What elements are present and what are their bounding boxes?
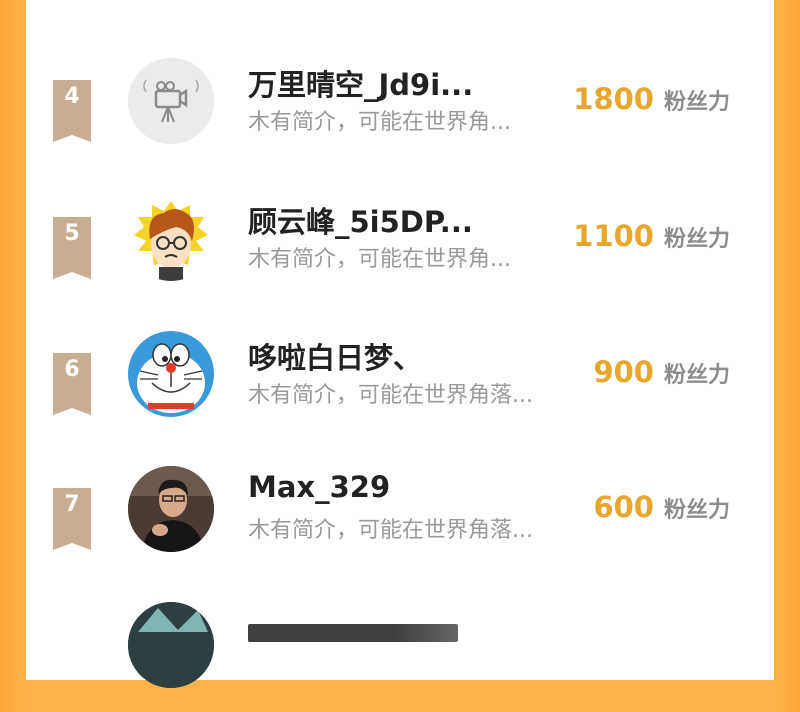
- fans-score: 600 粉丝力: [593, 490, 730, 524]
- fans-label: 粉丝力: [663, 498, 730, 523]
- user-name-partial[interactable]: [248, 606, 458, 649]
- avatar[interactable]: [128, 466, 214, 552]
- fans-count: 900: [593, 355, 654, 389]
- doraemon-icon: [128, 331, 214, 417]
- user-bio: 木有简介，可能在世界角落...: [248, 518, 533, 543]
- camera-icon: [128, 58, 214, 144]
- user-name[interactable]: 万里晴空_Jd9i...: [248, 62, 473, 104]
- list-item-rank-5[interactable]: 5 顾云峰_5i5DP... 木有简介，可能在世界角... 1100 粉丝力: [0, 195, 800, 305]
- user-bio: 木有简介，可能在世界角...: [248, 110, 511, 135]
- avatar[interactable]: [128, 331, 214, 417]
- fans-score: 1800 粉丝力: [573, 82, 730, 116]
- user-photo-icon: [128, 466, 214, 552]
- user-bio: 木有简介，可能在世界角...: [248, 247, 511, 272]
- fans-label: 粉丝力: [663, 363, 730, 388]
- fans-count: 1800: [573, 82, 654, 116]
- avatar[interactable]: [128, 602, 214, 688]
- list-item-rank-6[interactable]: 6 哆啦白日梦、 木有简介，可能在世界角落... 900 粉丝力: [0, 331, 800, 441]
- user-name[interactable]: 哆啦白日梦、: [248, 335, 422, 377]
- fans-score: 900 粉丝力: [593, 355, 730, 389]
- fans-label: 粉丝力: [663, 227, 730, 252]
- list-item-rank-7[interactable]: 7 Max_329 木有简介，可能在世界角落... 600 粉丝力: [0, 466, 800, 576]
- user-photo-icon: [128, 602, 214, 688]
- user-name[interactable]: Max_329: [248, 470, 390, 504]
- rank-badge: 5: [53, 217, 91, 279]
- list-item-rank-8-partial[interactable]: [0, 602, 800, 712]
- rank-badge: 7: [53, 488, 91, 550]
- fans-score: 1100 粉丝力: [573, 219, 730, 253]
- user-name[interactable]: 顾云峰_5i5DP...: [248, 199, 473, 241]
- rank-badge: 6: [53, 353, 91, 415]
- fans-count: 1100: [573, 219, 654, 253]
- fans-label: 粉丝力: [663, 90, 730, 115]
- rank-badge: 4: [53, 80, 91, 142]
- fans-count: 600: [593, 490, 654, 524]
- list-item-rank-4[interactable]: 4 万里晴空_Jd9i... 木有简介，可能在世界角... 1800 粉丝力: [0, 58, 800, 168]
- user-bio: 木有简介，可能在世界角落...: [248, 383, 533, 408]
- avatar[interactable]: [128, 195, 214, 281]
- avatar[interactable]: [128, 58, 214, 144]
- cartoon-boy-icon: [128, 195, 214, 281]
